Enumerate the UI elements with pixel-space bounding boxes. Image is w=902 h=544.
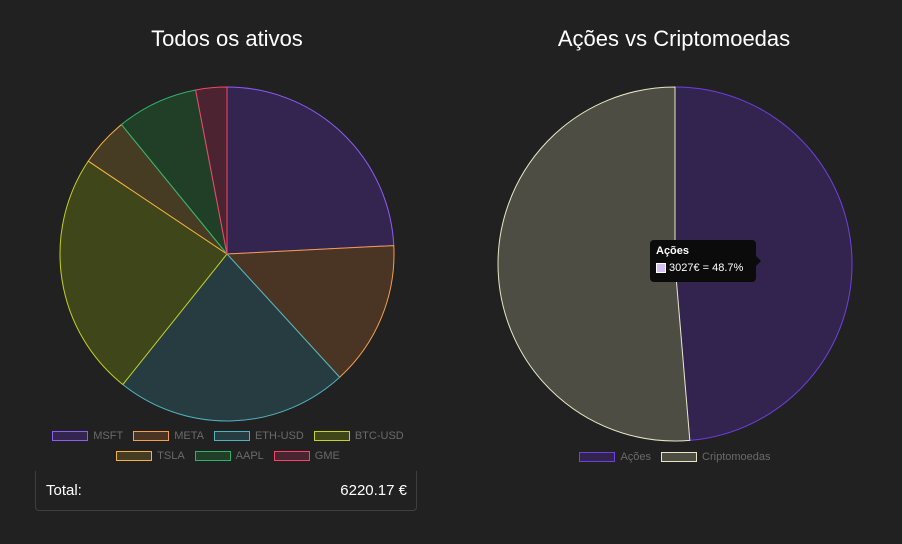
legend-swatch — [661, 451, 698, 462]
legend-swatch — [133, 430, 170, 441]
legend-swatch — [116, 450, 153, 461]
legend-item-criptomoedas[interactable]: Criptomoedas — [661, 450, 771, 463]
legend-label: MSFT — [93, 429, 124, 442]
legend-label: BTC-USD — [354, 429, 404, 442]
legend-swatch — [313, 430, 350, 441]
legend-label: AAPL — [235, 449, 264, 462]
legend-label: Ações — [620, 450, 652, 463]
legend-label: TSLA — [157, 449, 185, 462]
legend-item-meta[interactable]: META — [133, 429, 204, 442]
legend-label: ETH-USD — [254, 429, 304, 442]
legend-swatch — [213, 430, 250, 441]
total-summary: Total: 6220.17 € — [35, 471, 417, 511]
legend-item-eth-usd[interactable]: ETH-USD — [213, 429, 304, 442]
pie-chart-stocks-vs-crypto[interactable] — [452, 0, 902, 470]
legend-all-assets: MSFT META ETH-USD BTC-USD TSLA AAPL GME — [40, 429, 416, 462]
chart-tooltip: Ações 3027€ = 48.7% — [650, 240, 761, 282]
legend-item-aapl[interactable]: AAPL — [194, 449, 264, 462]
legend-stocks-vs-crypto: Ações Criptomoedas — [560, 450, 790, 463]
legend-label: META — [174, 429, 204, 442]
legend-swatch — [194, 450, 231, 461]
tooltip-color-swatch — [656, 263, 666, 273]
total-label: Total: — [46, 482, 82, 499]
legend-item-btc-usd[interactable]: BTC-USD — [313, 429, 404, 442]
total-value: 6220.17 € — [340, 482, 407, 499]
tooltip-title: Ações — [656, 245, 690, 257]
tooltip-body: 3027€ = 48.7% — [656, 262, 750, 274]
legend-item-acoes[interactable]: Ações — [579, 450, 651, 463]
tooltip-value: 3027€ = 48.7% — [669, 262, 744, 274]
legend-item-gme[interactable]: GME — [273, 449, 340, 462]
legend-label: GME — [314, 449, 340, 462]
legend-swatch — [579, 451, 616, 462]
legend-item-tsla[interactable]: TSLA — [116, 449, 185, 462]
legend-swatch — [273, 450, 310, 461]
legend-swatch — [52, 430, 89, 441]
legend-item-msft[interactable]: MSFT — [52, 429, 123, 442]
legend-label: Criptomoedas — [702, 450, 771, 463]
pie-chart-all-assets[interactable] — [0, 0, 452, 470]
pie-slice-msft[interactable] — [226, 86, 395, 255]
